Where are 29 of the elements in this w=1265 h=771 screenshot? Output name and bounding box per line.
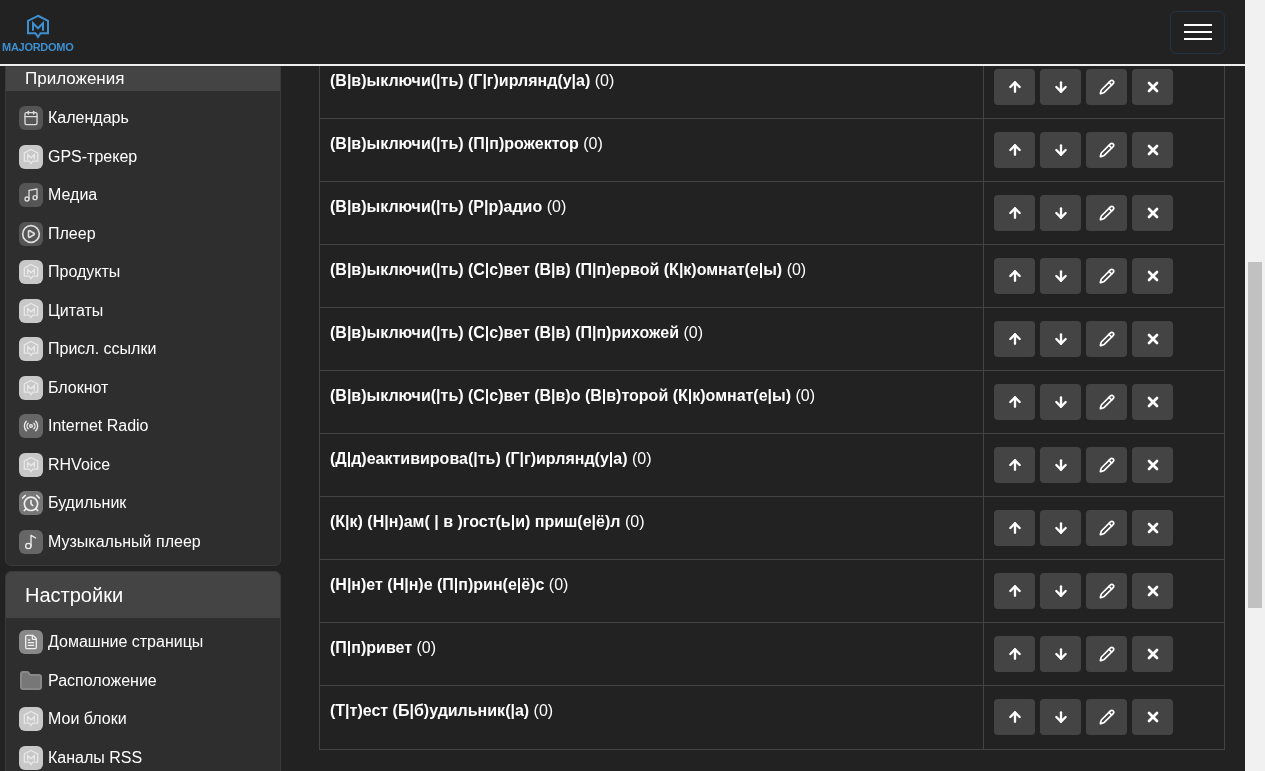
table-cell: (П|п)ривет (0) — [320, 623, 984, 685]
table-cell: (В|в)ыключи(|ть) (П|п)рожектор (0) — [320, 119, 984, 181]
panel-title: Настройки — [25, 583, 124, 608]
sidebar-item[interactable]: GPS-трекер — [6, 137, 280, 176]
sidebar-item[interactable]: Internet Radio — [6, 407, 280, 446]
sidebar-item[interactable]: Плеер — [6, 214, 280, 253]
sidebar-item[interactable]: Продукты — [6, 253, 280, 292]
panel-title: Приложения — [25, 69, 125, 89]
sidebar-item[interactable]: Расположение — [6, 661, 280, 700]
table-cell: (В|в)ыключи(|ть) (С|с)вет (В|в)о (В|в)торой (К|к)омнат(е|ы) (0) — [320, 371, 984, 433]
sidebar-item[interactable]: Музыкальный плеер — [6, 522, 280, 561]
sidebar-item[interactable]: Присл. ссылки — [6, 330, 280, 369]
sidebar-item[interactable]: RHVoice — [6, 445, 280, 484]
sidebar-item[interactable]: Домашние страницы — [6, 623, 280, 662]
sidebar-item[interactable]: Будильник — [6, 484, 280, 523]
sidebar-item[interactable]: Мои блоки — [6, 700, 280, 739]
table-cell: (В|в)ыключи(|ть) (С|с)вет (В|в) (П|п)рихожей (0) — [320, 308, 984, 370]
sidebar-item[interactable]: Блокнот — [6, 368, 280, 407]
sidebar-item[interactable]: Календарь — [6, 99, 280, 138]
table-cell: (В|в)ыключи(|ть) (С|с)вет (В|в) (П|п)ервой (К|к)омнат(е|ы) (0) — [320, 245, 984, 307]
logo[interactable]: MAJORDOMO — [2, 11, 74, 53]
table-cell: (Т|т)ест (Б|б)удильник(|а) (0) — [320, 686, 984, 749]
sidebar-item[interactable]: Каналы RSS — [6, 738, 280, 771]
table-cell: (Н|н)ет (Н|н)е (П|п)рин(е|ё)с (0) — [320, 560, 984, 622]
table-cell: (К|к) (Н|н)ам( | в )гост(ь|и) приш(е|ё)л (0) — [320, 497, 984, 559]
sidebar-item[interactable]: Цитаты — [6, 291, 280, 330]
table-cell: (В|в)ыключи(|ть) (Р|р)адио (0) — [320, 182, 984, 244]
sidebar-item[interactable]: Медиа — [6, 176, 280, 215]
table-cell: (Д|д)еактивирова(|ть) (Г|г)ирлянд(у|а) (0) — [320, 434, 984, 496]
